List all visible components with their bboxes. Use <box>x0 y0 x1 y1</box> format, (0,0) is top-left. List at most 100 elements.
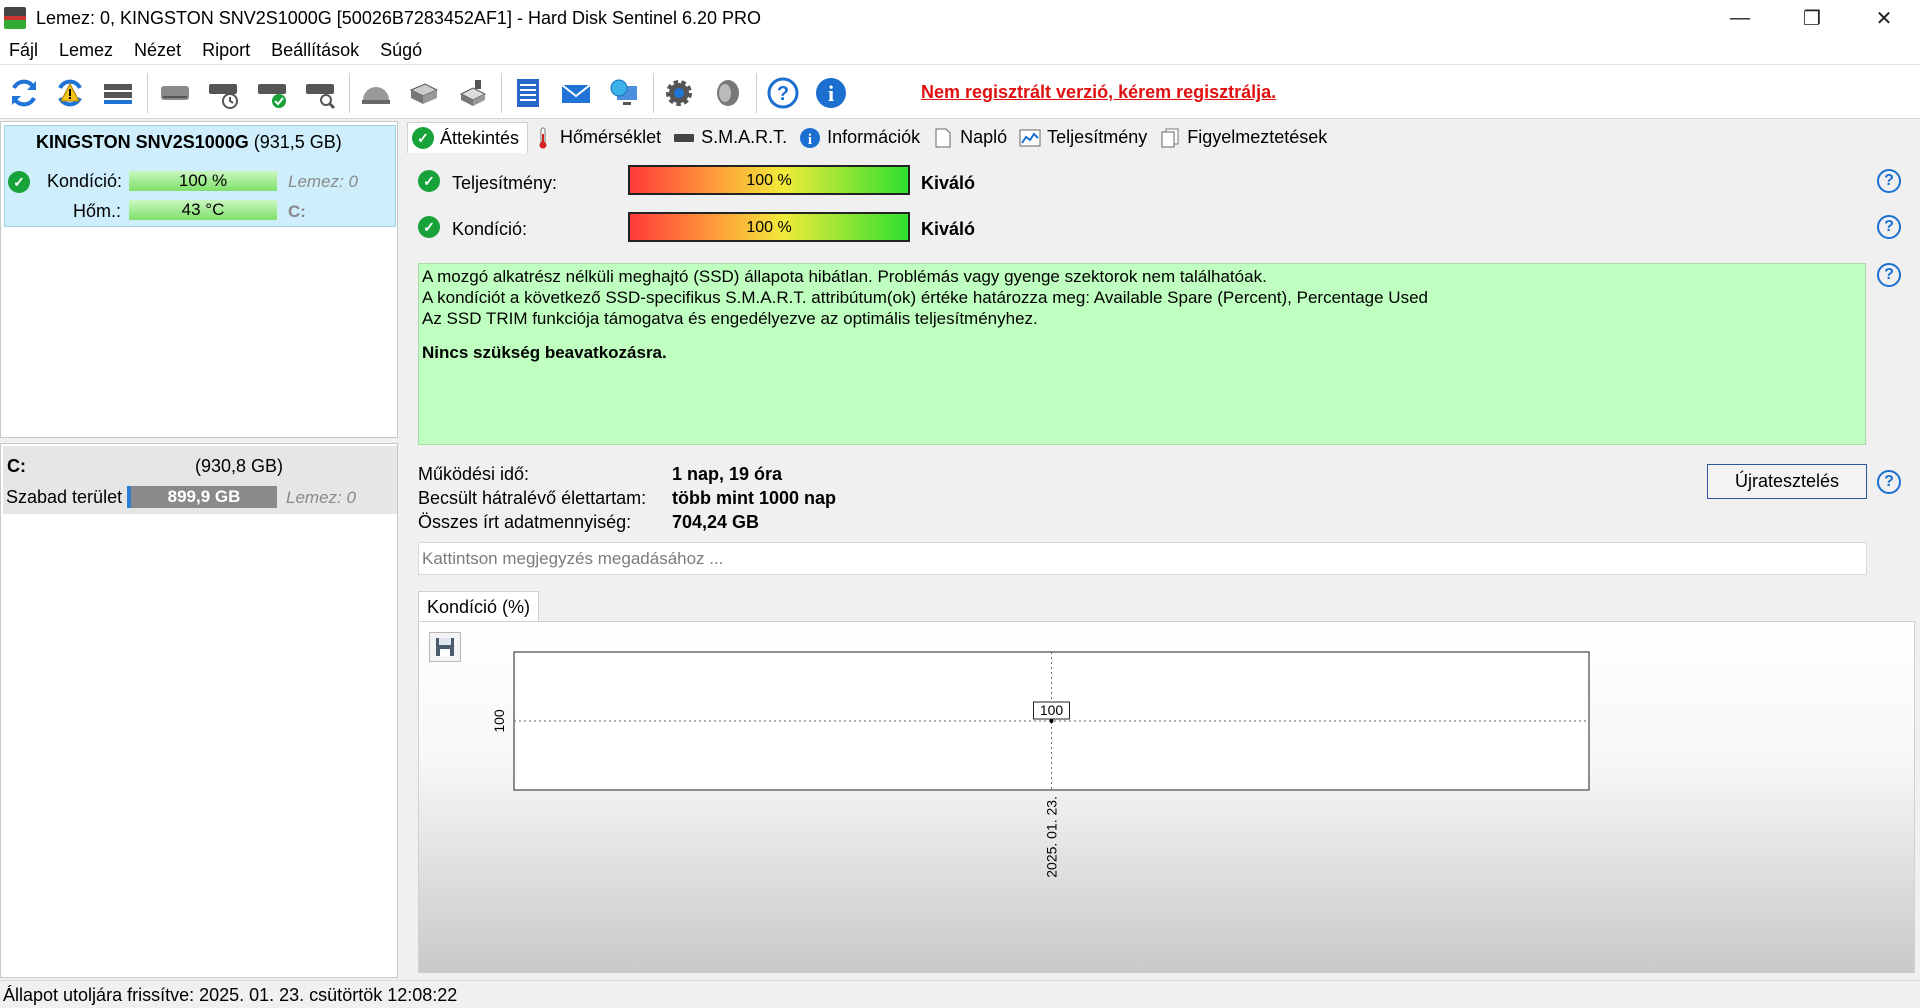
email-icon[interactable] <box>556 73 596 113</box>
minimize-button[interactable]: — <box>1704 0 1776 36</box>
close-button[interactable]: ✕ <box>1848 0 1920 36</box>
volume-list-panel: C: (930,8 GB) Szabad terület 899,9 GB Le… <box>0 443 398 978</box>
tab-label: Hőmérséklet <box>560 127 662 147</box>
maximize-button[interactable]: ❐ <box>1776 0 1848 36</box>
volume-disk-label: Lemez: 0 <box>286 488 356 507</box>
disk-number-label: Lemez: 0 <box>288 172 358 191</box>
log-page-icon <box>932 127 954 149</box>
tab-label: Teljesítmény <box>1047 127 1148 147</box>
menu-settings[interactable]: Beállítások <box>262 40 371 61</box>
y-tick-label: 100 <box>491 709 507 733</box>
tab-label: Áttekintés <box>440 127 520 148</box>
note-input[interactable]: Kattintson megjegyzés megadásához ... <box>418 542 1867 575</box>
health-label: Kondíció: <box>452 219 528 239</box>
written-value: 704,24 GB <box>672 512 760 532</box>
performance-check-icon: ✓ <box>418 170 440 192</box>
tab-warnings[interactable]: Figyelmeztetések <box>1155 122 1336 153</box>
free-space-label: Szabad terület <box>6 487 123 507</box>
disk-search-icon[interactable] <box>300 73 340 113</box>
x-tick-label: 2025. 01. 23. <box>1044 796 1060 878</box>
info-icon: i <box>799 127 821 149</box>
volume-size: (930,8 GB) <box>195 456 284 476</box>
disk-stack-icon[interactable] <box>404 73 444 113</box>
svg-text:?: ? <box>777 83 789 105</box>
disk-clock-icon[interactable] <box>203 73 243 113</box>
warnings-pages-icon <box>1159 127 1181 149</box>
svg-text:i: i <box>828 81 834 106</box>
condition-bar: 100 % <box>129 171 277 191</box>
retest-button[interactable]: Újratesztelés <box>1707 464 1867 499</box>
disk-check-icon[interactable] <box>252 73 292 113</box>
refresh-warning-icon[interactable] <box>50 73 90 113</box>
retest-help-icon[interactable]: ? <box>1877 470 1901 494</box>
svg-text:i: i <box>808 132 812 148</box>
volume-list-item[interactable]: C: (930,8 GB) Szabad terület 899,9 GB Le… <box>3 446 397 514</box>
data-point <box>1049 719 1054 723</box>
menu-report[interactable]: Riport <box>193 40 262 61</box>
disk-list-icon[interactable] <box>98 73 138 113</box>
help-icon[interactable]: ? <box>763 73 803 113</box>
tab-label: Napló <box>960 127 1008 147</box>
tab-smart[interactable]: S.M.A.R.T. <box>669 122 796 153</box>
performance-label: Teljesítmény: <box>452 173 558 193</box>
toolbar: ? i Nem regisztrált verzió, kérem regisz… <box>0 64 1920 119</box>
disk-title: KINGSTON SNV2S1000G (931,5 GB) <box>36 132 342 153</box>
check-icon: ✓ <box>412 127 434 149</box>
lifetime-value: több mint 1000 nap <box>672 488 837 508</box>
menu-disk[interactable]: Lemez <box>50 40 125 61</box>
tab-label: Információk <box>827 127 921 147</box>
info-icon[interactable]: i <box>811 73 851 113</box>
status-description-box: A mozgó alkatrész nélküli meghajtó (SSD)… <box>418 263 1866 445</box>
chart-area: 100 2025. 01. 23. 100 <box>418 621 1915 973</box>
status-action: Nincs szükség beavatkozásra. <box>422 343 667 362</box>
tab-label: S.M.A.R.T. <box>701 127 788 147</box>
menu-view[interactable]: Nézet <box>125 40 193 61</box>
sound-icon[interactable] <box>707 73 747 113</box>
performance-chart-icon <box>1019 127 1041 149</box>
health-bar: 100 % <box>628 212 910 242</box>
menu-file[interactable]: Fájl <box>0 40 50 61</box>
refresh-icon[interactable] <box>4 73 44 113</box>
temperature-label: Hőm.: <box>73 201 122 221</box>
disk-gray-icon[interactable] <box>155 73 195 113</box>
free-space-bar: 899,9 GB <box>127 486 277 508</box>
app-logo-icon <box>4 7 26 29</box>
status-help-icon[interactable]: ? <box>1877 263 1901 287</box>
disk-size: (931,5 GB) <box>253 132 342 152</box>
written-label: Összes írt adatmennyiség: <box>418 512 632 532</box>
disk-usb-icon[interactable] <box>452 73 492 113</box>
health-value: 100 % <box>746 219 792 236</box>
status-line: Az SSD TRIM funkciója támogatva és enged… <box>422 309 1038 328</box>
uptime-value: 1 nap, 19 óra <box>672 464 783 484</box>
network-globe-icon[interactable] <box>604 73 644 113</box>
overview-content: ✓ Teljesítmény: 100 % Kiváló ? ✓ Kondíci… <box>404 153 1920 978</box>
drive-letter: C: <box>288 202 306 221</box>
report-notepad-icon[interactable] <box>508 73 548 113</box>
condition-label: Kondíció: <box>47 171 123 191</box>
disk-list-panel: KINGSTON SNV2S1000G (931,5 GB) ✓ Kondíci… <box>0 121 398 438</box>
tab-temperature[interactable]: Hőmérséklet <box>528 122 670 153</box>
status-line: A kondíciót a következő SSD-specifikus S… <box>422 288 1428 307</box>
tab-label: Figyelmeztetések <box>1187 127 1328 147</box>
tab-bar: ✓ Áttekintés Hőmérséklet S.M.A.R.T. i In… <box>407 122 1336 153</box>
data-label: 100 <box>1040 702 1064 718</box>
health-rating: Kiváló <box>921 219 976 239</box>
uptime-label: Működési idő: <box>418 464 530 484</box>
disk-dome-icon[interactable] <box>356 73 396 113</box>
register-notice-link[interactable]: Nem regisztrált verzió, kérem regisztrál… <box>921 82 1276 103</box>
settings-gear-icon[interactable] <box>659 73 699 113</box>
thermometer-icon <box>532 127 554 149</box>
health-help-icon[interactable]: ? <box>1877 215 1901 239</box>
disk-list-item[interactable]: KINGSTON SNV2S1000G (931,5 GB) ✓ Kondíci… <box>4 125 396 227</box>
chart-tab-condition[interactable]: Kondíció (%) <box>418 591 540 622</box>
tab-log[interactable]: Napló <box>928 122 1016 153</box>
menu-help[interactable]: Súgó <box>371 40 434 61</box>
status-line: A mozgó alkatrész nélküli meghajtó (SSD)… <box>422 267 1267 286</box>
health-check-icon: ✓ <box>418 216 440 238</box>
tab-information[interactable]: i Információk <box>795 122 929 153</box>
performance-rating: Kiváló <box>921 173 976 193</box>
tab-overview[interactable]: ✓ Áttekintés <box>407 122 529 153</box>
tab-performance[interactable]: Teljesítmény <box>1015 122 1156 153</box>
disk-name: KINGSTON SNV2S1000G <box>36 132 249 152</box>
performance-help-icon[interactable]: ? <box>1877 169 1901 193</box>
